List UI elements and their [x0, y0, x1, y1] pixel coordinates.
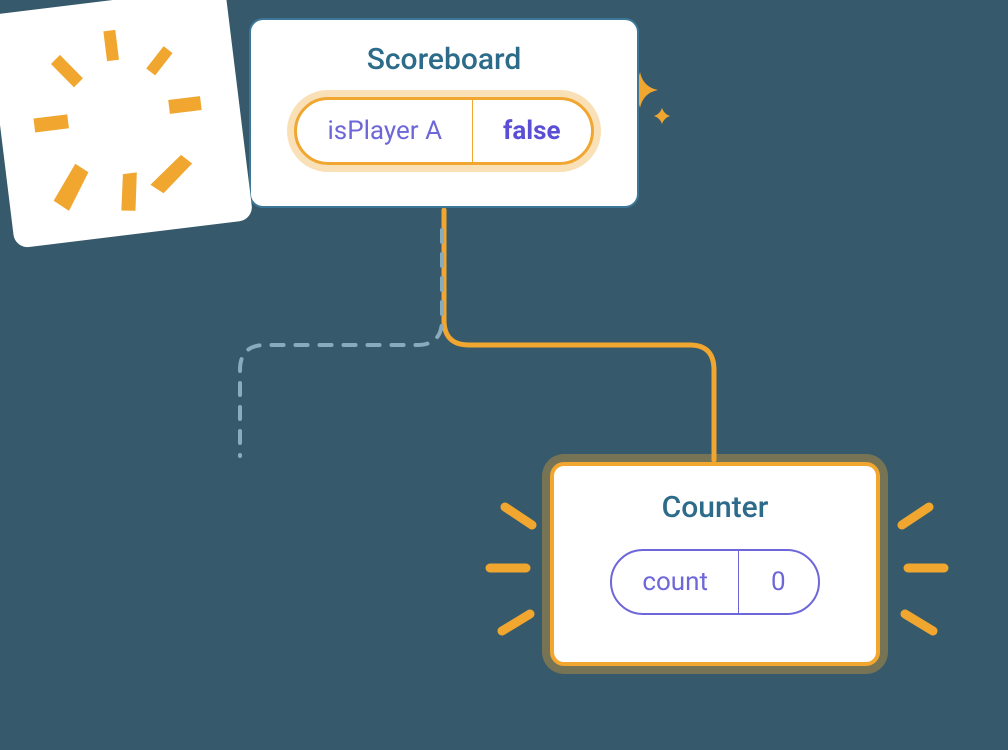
destroyed-component-card: [0, 0, 253, 249]
prop-value: false: [473, 100, 591, 162]
scoreboard-prop-pill: isPlayer A false: [294, 97, 593, 165]
counter-title: Counter: [554, 490, 876, 525]
state-value: 0: [739, 551, 818, 613]
scoreboard-title: Scoreboard: [251, 42, 637, 77]
connector-removed: [240, 230, 442, 456]
connector-active: [444, 210, 714, 460]
poof-burst-icon: [9, 6, 232, 229]
prop-name: isPlayer A: [297, 100, 473, 162]
scoreboard-component-card: Scoreboard isPlayer A false: [249, 18, 639, 208]
state-name: count: [612, 551, 739, 613]
counter-component-card: Counter count 0: [550, 462, 880, 666]
counter-state-pill: count 0: [610, 549, 819, 615]
